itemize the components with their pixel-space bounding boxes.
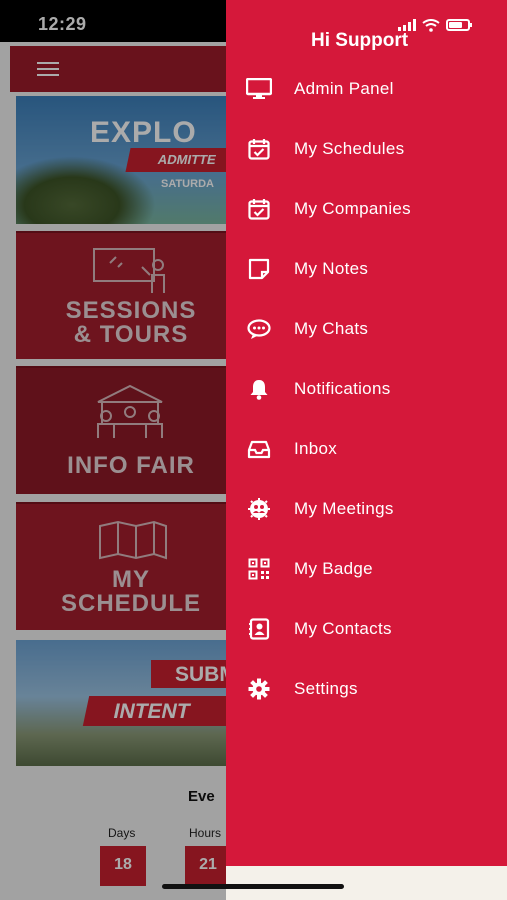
bell-icon (246, 376, 272, 402)
drawer-greeting: Hi Support (311, 30, 409, 51)
inbox-tray-icon (246, 436, 272, 462)
battery-icon (446, 19, 472, 31)
status-icons-group (398, 17, 472, 33)
menu-label-my-badge: My Badge (294, 559, 373, 578)
cellular-signal-icon (398, 19, 416, 31)
contact-card-icon (246, 616, 272, 642)
menu-item-my-notes[interactable]: My Notes (226, 240, 507, 298)
menu-label-my-chats: My Chats (294, 319, 369, 338)
menu-item-my-chats[interactable]: My Chats (226, 300, 507, 358)
menu-item-my-badge[interactable]: My Badge (226, 540, 507, 598)
menu-item-settings[interactable]: Settings (226, 660, 507, 718)
menu-label-my-contacts: My Contacts (294, 619, 392, 638)
home-indicator[interactable] (162, 884, 344, 889)
menu-item-admin-panel[interactable]: Admin Panel (226, 60, 507, 118)
menu-label-my-companies: My Companies (294, 199, 411, 218)
menu-item-notifications[interactable]: Notifications (226, 360, 507, 418)
menu-item-my-meetings[interactable]: My Meetings (226, 480, 507, 538)
menu-label-settings: Settings (294, 679, 358, 698)
menu-label-notifications: Notifications (294, 379, 391, 398)
qr-code-icon (246, 556, 272, 582)
drawer-overlay-scrim[interactable] (0, 0, 226, 900)
menu-label-my-notes: My Notes (294, 259, 369, 278)
menu-item-my-companies[interactable]: My Companies (226, 180, 507, 238)
drawer-footer-area (226, 866, 507, 900)
calendar-check-icon (246, 136, 272, 162)
chat-bubble-icon (246, 316, 272, 342)
menu-label-admin-panel: Admin Panel (294, 79, 394, 98)
note-icon (246, 256, 272, 282)
menu-label-my-meetings: My Meetings (294, 499, 394, 518)
wifi-icon (422, 18, 440, 32)
monitor-icon (246, 76, 272, 102)
menu-item-inbox[interactable]: Inbox (226, 420, 507, 478)
menu-item-my-schedules[interactable]: My Schedules (226, 120, 507, 178)
menu-label-inbox: Inbox (294, 439, 338, 458)
menu-label-my-schedules: My Schedules (294, 139, 405, 158)
calendar-check-icon (246, 196, 272, 222)
meeting-icon (246, 496, 272, 522)
gear-icon (246, 676, 272, 702)
menu-item-my-contacts[interactable]: My Contacts (226, 600, 507, 658)
